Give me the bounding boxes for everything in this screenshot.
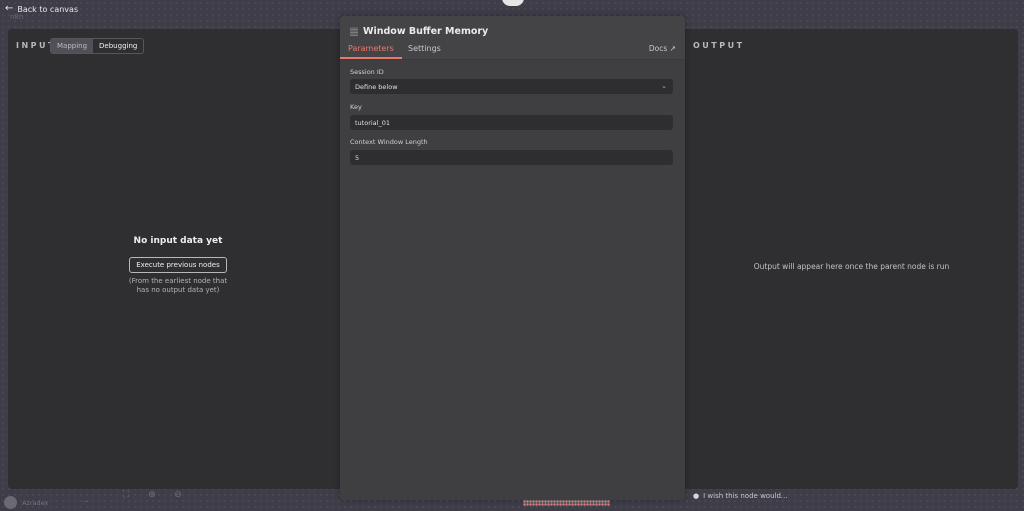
- panel-resize-handle[interactable]: [523, 500, 610, 506]
- back-to-canvas-label: Back to canvas: [17, 4, 79, 14]
- key-input[interactable]: tutorial_01: [350, 115, 673, 130]
- zoom-out-icon[interactable]: ⊖: [170, 490, 186, 500]
- docs-label: Docs: [648, 44, 668, 53]
- node-settings-panel: Window Buffer Memory Parameters Settings…: [340, 16, 685, 500]
- context-window-length-label: Context Window Length: [350, 138, 428, 146]
- parameters-form: Session ID Define below ⌄ Key tutorial_0…: [340, 60, 685, 500]
- execute-previous-nodes-button[interactable]: Execute previous nodes: [129, 257, 227, 273]
- chevron-down-icon: ⌄: [661, 82, 667, 90]
- external-link-icon: ↗: [669, 44, 676, 53]
- more-options-icon[interactable]: ...: [82, 496, 89, 504]
- input-empty-state: No input data yet Execute previous nodes…: [8, 236, 348, 296]
- output-empty-message: Output will appear here once the parent …: [753, 262, 950, 271]
- canvas-zoom-controls: ⛶ ⊕ ⊖: [118, 490, 186, 500]
- session-id-value: Define below: [355, 83, 398, 91]
- session-id-select[interactable]: Define below ⌄: [350, 79, 673, 94]
- fit-view-icon[interactable]: ⛶: [118, 490, 134, 500]
- node-header: Window Buffer Memory: [350, 26, 488, 37]
- feedback-label: I wish this node would...: [703, 492, 788, 500]
- context-window-length-input[interactable]: 5: [350, 150, 673, 165]
- logo: n8n: [10, 13, 24, 21]
- user-name: Azradex: [22, 498, 49, 507]
- lightbulb-icon: ●: [693, 492, 700, 500]
- input-hint: (From the earliest node that has no outp…: [128, 277, 228, 295]
- memory-icon: [350, 27, 358, 36]
- no-input-title: No input data yet: [133, 236, 223, 246]
- key-label: Key: [350, 103, 362, 111]
- debugging-mode-button[interactable]: Debugging: [93, 39, 144, 53]
- mapping-mode-button[interactable]: Mapping: [51, 39, 94, 53]
- tab-parameters[interactable]: Parameters: [340, 44, 402, 59]
- output-panel-label: OUTPUT: [693, 41, 745, 50]
- input-panel: INPUT Mapping Debugging No input data ye…: [8, 29, 348, 489]
- tab-settings[interactable]: Settings: [408, 44, 441, 57]
- node-tabs: Parameters Settings Docs ↗: [340, 44, 685, 60]
- output-panel: OUTPUT Output will appear here once the …: [685, 29, 1018, 489]
- zoom-in-icon[interactable]: ⊕: [144, 490, 160, 500]
- input-mode-toggle: Mapping Debugging: [50, 38, 145, 54]
- node-title[interactable]: Window Buffer Memory: [363, 26, 488, 37]
- session-id-label: Session ID: [350, 68, 384, 76]
- avatar: [4, 496, 17, 509]
- user-menu[interactable]: Azradex ...: [4, 496, 89, 509]
- feedback-link[interactable]: ● I wish this node would...: [693, 492, 788, 500]
- docs-link[interactable]: Docs ↗: [649, 44, 676, 53]
